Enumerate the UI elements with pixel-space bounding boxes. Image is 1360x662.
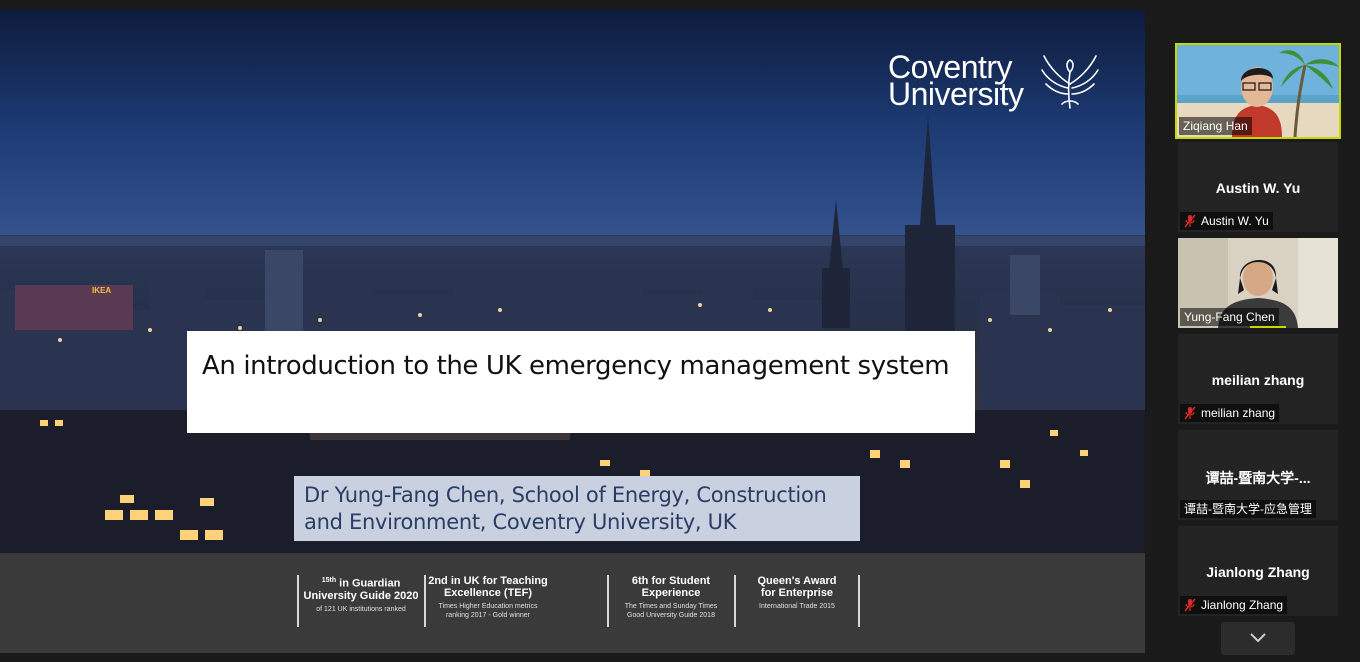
ikea-billboard: IKEA [92,286,111,295]
slide-subtitle-box: Dr Yung-Fang Chen, School of Energy, Con… [294,476,860,541]
chevron-down-icon [1250,633,1266,643]
award-sub: The Times and Sunday Times [624,603,718,610]
meeting-window: IKEA Coventry University An introduction… [0,0,1360,662]
participant-name-label: meilian zhang [1180,404,1280,422]
award-sub-line2: Good University Guide 2018 [627,612,715,619]
participant-tile[interactable]: 谭喆-暨南大学-... 谭喆-暨南大学-应急管理 [1178,430,1338,520]
participant-name: Austin W. Yu [1201,214,1269,228]
participant-name: Yung-Fang Chen [1184,310,1275,324]
awards-strip: 15th in Guardian University Guide 2020 o… [0,553,1145,653]
participant-name-large: Jianlong Zhang [1206,564,1310,580]
award-ordinal: 6th [631,575,649,587]
participant-name: meilian zhang [1201,406,1276,420]
award-sub: International Trade 2015 [759,603,835,610]
participant-tile[interactable]: Yung-Fang Chen [1178,238,1338,328]
award-head: Queen's Award [757,575,837,587]
award-guardian: 15th in Guardian University Guide 2020 o… [297,575,423,627]
award-head: 2nd in UK for Teaching [428,575,548,587]
subtitle-line-2: and Environment, Coventry University, UK [304,510,737,534]
award-ordinal: 15th [321,577,337,584]
speaking-indicator [1250,326,1286,328]
award-head-line2: Experience [641,587,701,599]
participant-name-label: Ziqiang Han [1179,117,1252,135]
logo-line-2: University [888,76,1024,112]
participant-name-label: Jianlong Zhang [1180,596,1288,614]
award-tef: 2nd in UK for Teaching Excellence (TEF) … [424,575,550,627]
award-head: in Guardian [339,577,401,590]
award-queens: Queen's Award for Enterprise Internation… [734,575,860,627]
participant-tile[interactable]: meilian zhang meilian zhang [1178,334,1338,424]
award-head: for Student [651,575,711,587]
scroll-down-button[interactable] [1221,622,1295,655]
participant-tile[interactable]: Jianlong Zhang Jianlong Zhang [1178,526,1338,616]
participant-tile[interactable]: Austin W. Yu Austin W. Yu [1178,142,1338,232]
award-head-line2: for Enterprise [760,587,834,599]
participant-name: 谭喆-暨南大学-应急管理 [1184,502,1312,516]
participant-name: Ziqiang Han [1183,119,1248,133]
slide-title-box: An introduction to the UK emergency mana… [187,331,975,433]
phoenix-icon [1041,55,1099,109]
mic-muted-icon [1184,214,1196,228]
award-head-line2: Excellence (TEF) [443,587,533,599]
mic-muted-icon [1184,406,1196,420]
participant-name-label: 谭喆-暨南大学-应急管理 [1180,500,1316,518]
participant-name-large: meilian zhang [1211,372,1305,388]
shared-screen: IKEA Coventry University An introduction… [0,10,1145,653]
award-head-line2: University Guide 2020 [303,589,419,602]
award-student-experience: 6th for Student Experience The Times and… [607,575,733,627]
participant-name-large: 谭喆-暨南大学-... [1205,470,1311,486]
subtitle-line-1: Dr Yung-Fang Chen, School of Energy, Con… [304,483,827,507]
participant-name-label: Austin W. Yu [1180,212,1273,230]
award-sub-line2: ranking 2017 - Gold winner [445,612,531,619]
mic-muted-icon [1184,598,1196,612]
participant-name-label: Yung-Fang Chen [1180,308,1279,326]
participant-name-large: Austin W. Yu [1215,180,1301,196]
participant-tile[interactable]: Ziqiang Han [1175,43,1341,139]
participant-name: Jianlong Zhang [1201,598,1284,612]
award-sub: of 121 UK institutions ranked [316,605,406,613]
slide-subtitle: Dr Yung-Fang Chen, School of Energy, Con… [304,482,860,536]
slide-title: An introduction to the UK emergency mana… [202,351,950,381]
award-sub: Times Higher Education metrics [438,603,538,610]
coventry-university-logo: Coventry University [888,51,1108,124]
